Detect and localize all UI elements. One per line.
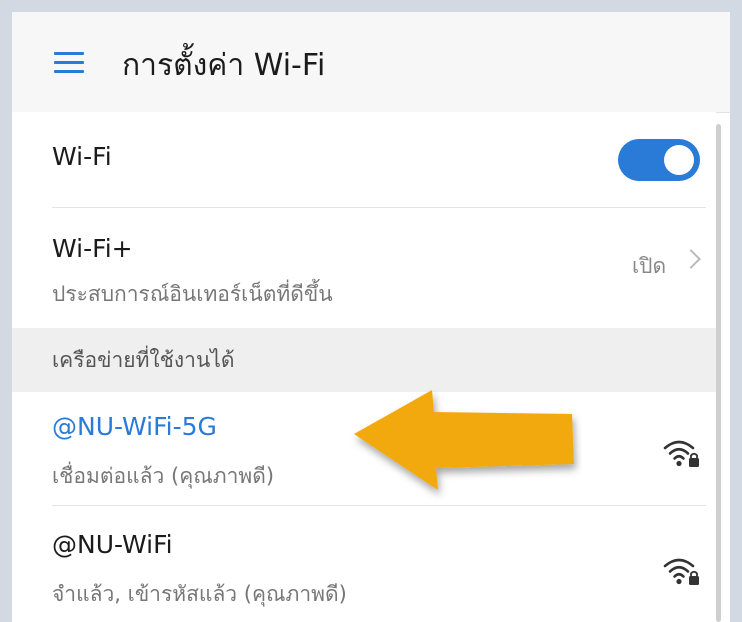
scrollbar[interactable] xyxy=(716,124,721,622)
network-status: จำแล้ว, เข้ารหัสแล้ว (คุณภาพดี) xyxy=(52,582,347,606)
page-title: การตั้งค่า Wi-Fi xyxy=(122,48,326,83)
annotation-arrow-icon xyxy=(354,390,574,490)
chevron-right-icon xyxy=(681,249,701,269)
wifi-plus-row[interactable]: Wi-Fi+ ประสบการณ์อินเทอร์เน็ตที่ดีขึ้น เ… xyxy=(12,208,716,328)
wifi-plus-label: Wi-Fi+ xyxy=(52,234,133,263)
wifi-toggle-row[interactable]: Wi-Fi xyxy=(12,112,716,208)
wifi-locked-icon xyxy=(663,558,699,585)
toggle-knob xyxy=(664,145,694,175)
network-name: @NU-WiFi-5G xyxy=(52,412,217,441)
section-title: เครือข่ายที่ใช้งานได้ xyxy=(52,348,235,372)
app-bar: การตั้งค่า Wi-Fi xyxy=(12,12,730,113)
network-status: เชื่อมต่อแล้ว (คุณภาพดี) xyxy=(52,464,275,488)
wifi-plus-value: เปิด xyxy=(632,254,667,278)
wifi-locked-icon xyxy=(663,440,699,467)
wifi-toggle-switch[interactable] xyxy=(618,139,700,181)
hamburger-menu-icon[interactable] xyxy=(54,52,84,74)
settings-screen: การตั้งค่า Wi-Fi Wi-Fi Wi-Fi+ ประสบการณ์… xyxy=(12,12,730,622)
network-name: @NU-WiFi xyxy=(52,530,173,559)
wifi-plus-subtitle: ประสบการณ์อินเทอร์เน็ตที่ดีขึ้น xyxy=(52,282,333,306)
wifi-label: Wi-Fi xyxy=(52,142,112,171)
network-item[interactable]: @NU-WiFi จำแล้ว, เข้ารหัสแล้ว (คุณภาพดี) xyxy=(12,506,716,622)
